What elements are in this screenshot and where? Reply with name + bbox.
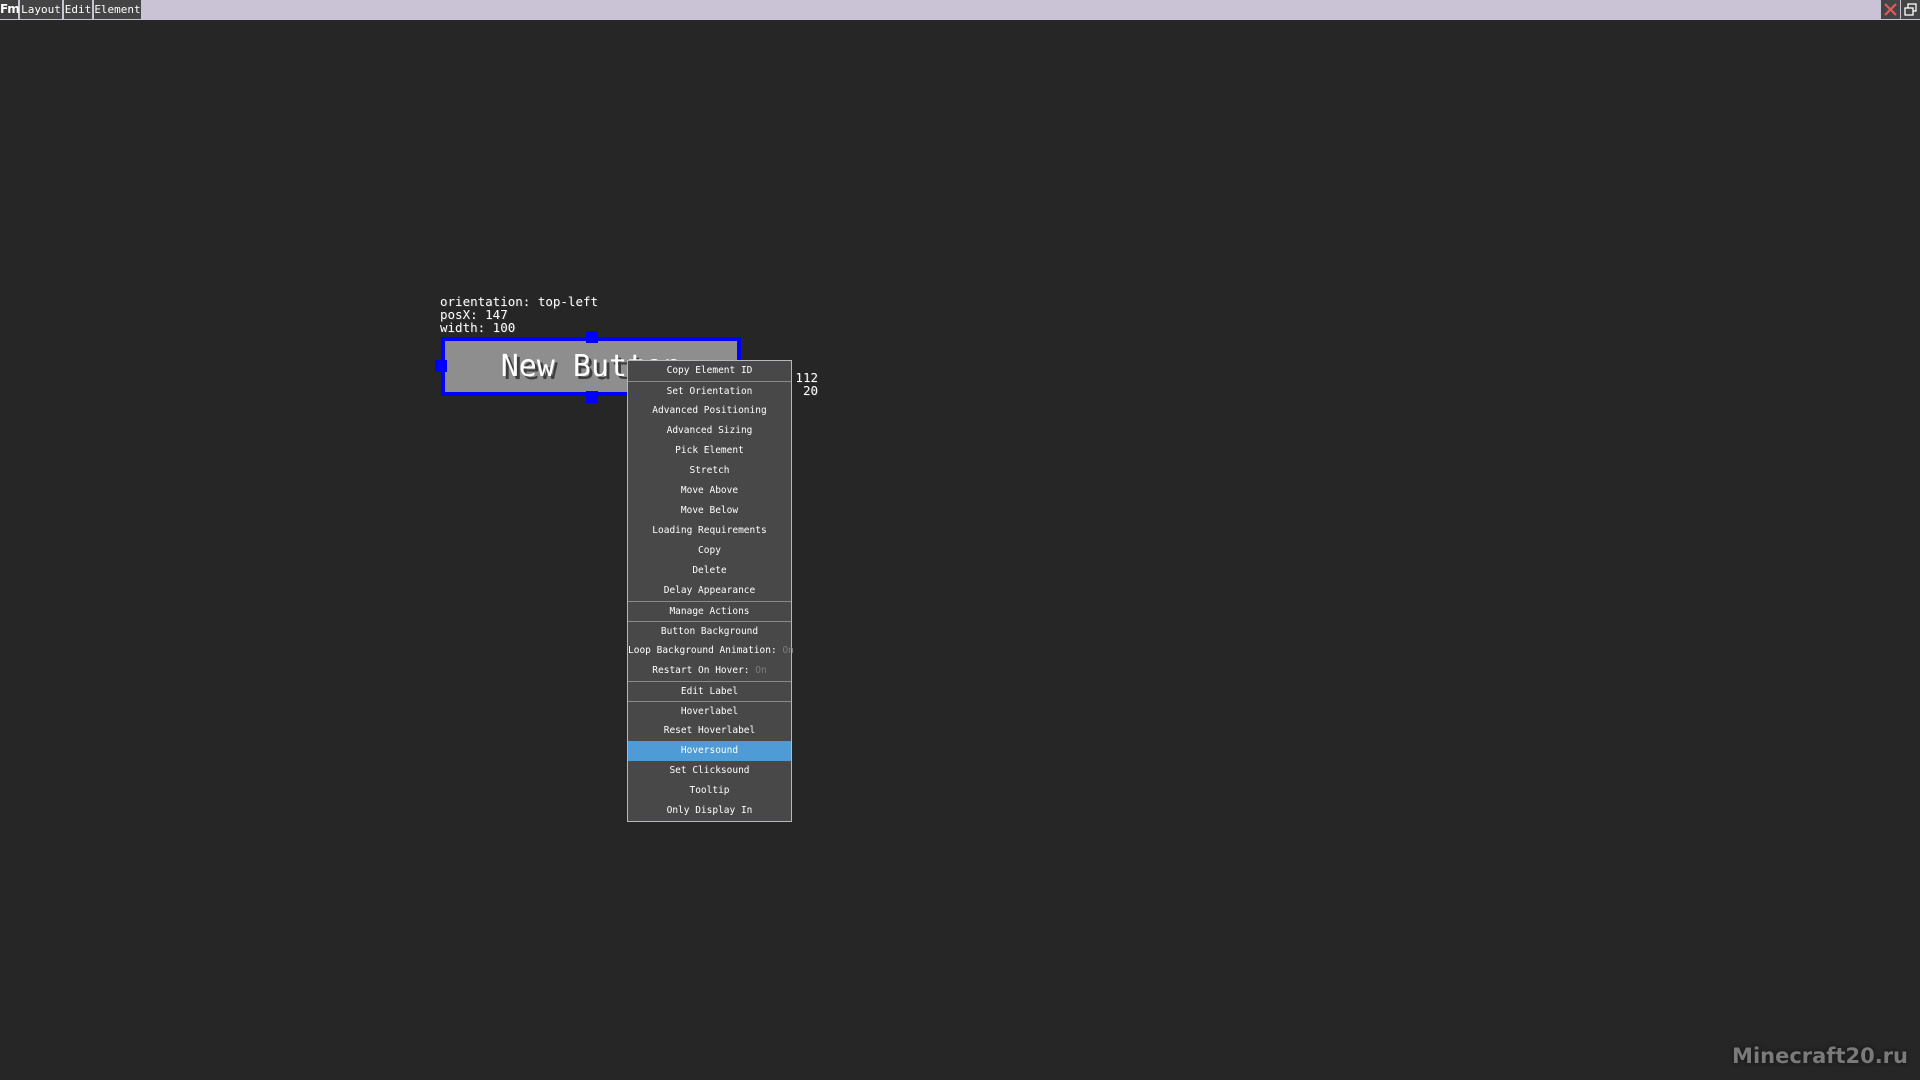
menu-item-set-orientation[interactable]: Set Orientation xyxy=(628,381,791,401)
resize-handle-left[interactable] xyxy=(435,360,447,372)
top-menu-bar: Fm Layout Edit Element xyxy=(0,0,1920,20)
menu-item-label: Hoverlabel xyxy=(680,706,739,717)
menu-item-label: Pick Element xyxy=(675,445,744,456)
close-icon xyxy=(1884,3,1897,16)
menu-item-copy[interactable]: Copy xyxy=(628,541,791,561)
resize-handle-bottom[interactable] xyxy=(586,391,598,403)
close-button[interactable] xyxy=(1881,0,1900,19)
menu-item-value: On xyxy=(755,665,767,676)
menu-item-label: Only Display In xyxy=(666,805,753,816)
menu-item-delay-appearance[interactable]: Delay Appearance xyxy=(628,581,791,601)
menu-item-label: Delay Appearance xyxy=(663,585,756,596)
menu-item-delete[interactable]: Delete xyxy=(628,561,791,581)
fancymenu-logo-icon[interactable]: Fm xyxy=(0,0,20,19)
menu-item-tooltip[interactable]: Tooltip xyxy=(628,781,791,801)
menu-item-button-background[interactable]: Button Background xyxy=(628,621,791,641)
menu-item-stretch[interactable]: Stretch xyxy=(628,461,791,481)
restore-window-button[interactable] xyxy=(1901,0,1920,19)
menu-item-hoverlabel[interactable]: Hoverlabel xyxy=(628,701,791,721)
menu-item-label: Loading Requirements xyxy=(652,525,767,536)
menu-item-label: Copy Element ID xyxy=(666,365,753,376)
menu-element[interactable]: Element xyxy=(94,0,141,19)
menu-item-hoversound[interactable]: Hoversound xyxy=(628,741,791,761)
menu-item-label: Move Above xyxy=(680,485,739,496)
element-context-menu: Copy Element ID Set Orientation Advanced P… xyxy=(627,360,794,822)
menu-item-label: Advanced Sizing xyxy=(666,425,753,436)
menu-item-restart-on-hover[interactable]: Restart On Hover: On xyxy=(628,661,791,681)
width-readout: width: 100 xyxy=(440,320,516,335)
resize-handle-top[interactable] xyxy=(586,331,598,343)
menu-item-label: Loop Background Animation: xyxy=(628,645,783,656)
menu-item-loading-requirements[interactable]: Loading Requirements xyxy=(628,521,791,541)
menu-edit[interactable]: Edit xyxy=(64,0,92,19)
restore-window-icon xyxy=(1904,3,1917,16)
menu-item-label: Advanced Positioning xyxy=(652,405,767,416)
menu-item-manage-actions[interactable]: Manage Actions xyxy=(628,601,791,621)
menu-item-advanced-sizing[interactable]: Advanced Sizing xyxy=(628,421,791,441)
menu-item-label: Stretch xyxy=(689,465,730,476)
watermark: Minecraft20.ru xyxy=(1732,1044,1908,1068)
menu-item-label: Tooltip xyxy=(689,785,730,796)
menu-item-label: Hoversound xyxy=(680,745,739,756)
element-info-overlay: orientation: top-left posX: 147 width: 100 xyxy=(440,295,598,334)
menu-item-edit-label[interactable]: Edit Label xyxy=(628,681,791,701)
menu-item-set-clicksound[interactable]: Set Clicksound xyxy=(628,761,791,781)
menu-item-pick-element[interactable]: Pick Element xyxy=(628,441,791,461)
menu-item-reset-hoverlabel[interactable]: Reset Hoverlabel xyxy=(628,721,791,741)
menu-item-loop-background-animation[interactable]: Loop Background Animation: On xyxy=(628,641,794,661)
menu-item-label: Copy xyxy=(698,545,721,556)
menu-item-advanced-positioning[interactable]: Advanced Positioning xyxy=(628,401,791,421)
menu-item-label: Restart On Hover: xyxy=(652,665,756,676)
menu-item-label: Reset Hoverlabel xyxy=(663,725,756,736)
menu-item-label: Set Orientation xyxy=(666,386,753,397)
menu-item-value: On xyxy=(782,645,794,656)
menu-item-only-display-in[interactable]: Only Display In xyxy=(628,801,791,821)
menu-layout[interactable]: Layout xyxy=(20,0,62,19)
menu-item-copy-element-id[interactable]: Copy Element ID xyxy=(628,361,791,381)
menu-item-label: Button Background xyxy=(660,626,759,637)
menu-item-move-below[interactable]: Move Below xyxy=(628,501,791,521)
menu-item-label: Manage Actions xyxy=(669,606,750,617)
menu-item-label: Delete xyxy=(692,565,727,576)
menu-item-move-above[interactable]: Move Above xyxy=(628,481,791,501)
menu-item-label: Edit Label xyxy=(680,686,739,697)
menu-item-label: Set Clicksound xyxy=(669,765,750,776)
menu-item-label: Move Below xyxy=(680,505,739,516)
